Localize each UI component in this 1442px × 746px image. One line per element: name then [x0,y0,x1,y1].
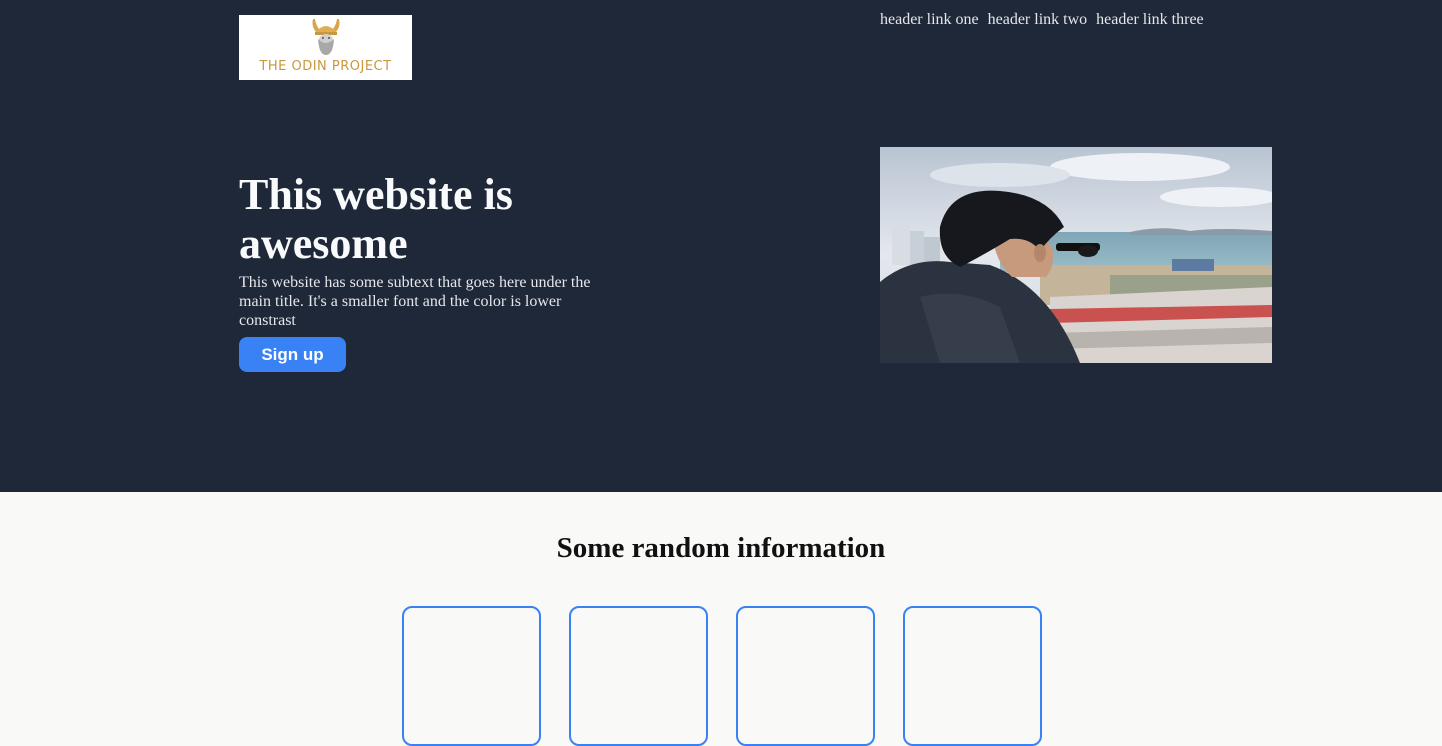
logo-text: THE ODIN PROJECT [259,59,392,74]
info-card [903,606,1042,746]
header-link-three[interactable]: header link three [1096,11,1204,29]
header-link-one[interactable]: header link one [880,11,979,29]
info-cards [402,606,1042,746]
header-nav: header link one header link two header l… [880,11,1213,29]
info-card [402,606,541,746]
hero-subtext: This website has some subtext that goes … [239,274,591,329]
sign-up-button[interactable]: Sign up [239,337,346,372]
info-card [736,606,875,746]
hero-title: This website is awesome [239,170,513,268]
hero-section: THE ODIN PROJECT header link one header … [0,0,1442,492]
photo-person-looking-at-sea [880,147,1272,363]
odin-project-logo[interactable]: THE ODIN PROJECT [239,15,412,80]
hero-image [880,147,1272,363]
info-heading: Some random information [556,532,886,564]
info-card [569,606,708,746]
header-link-two[interactable]: header link two [988,11,1088,29]
